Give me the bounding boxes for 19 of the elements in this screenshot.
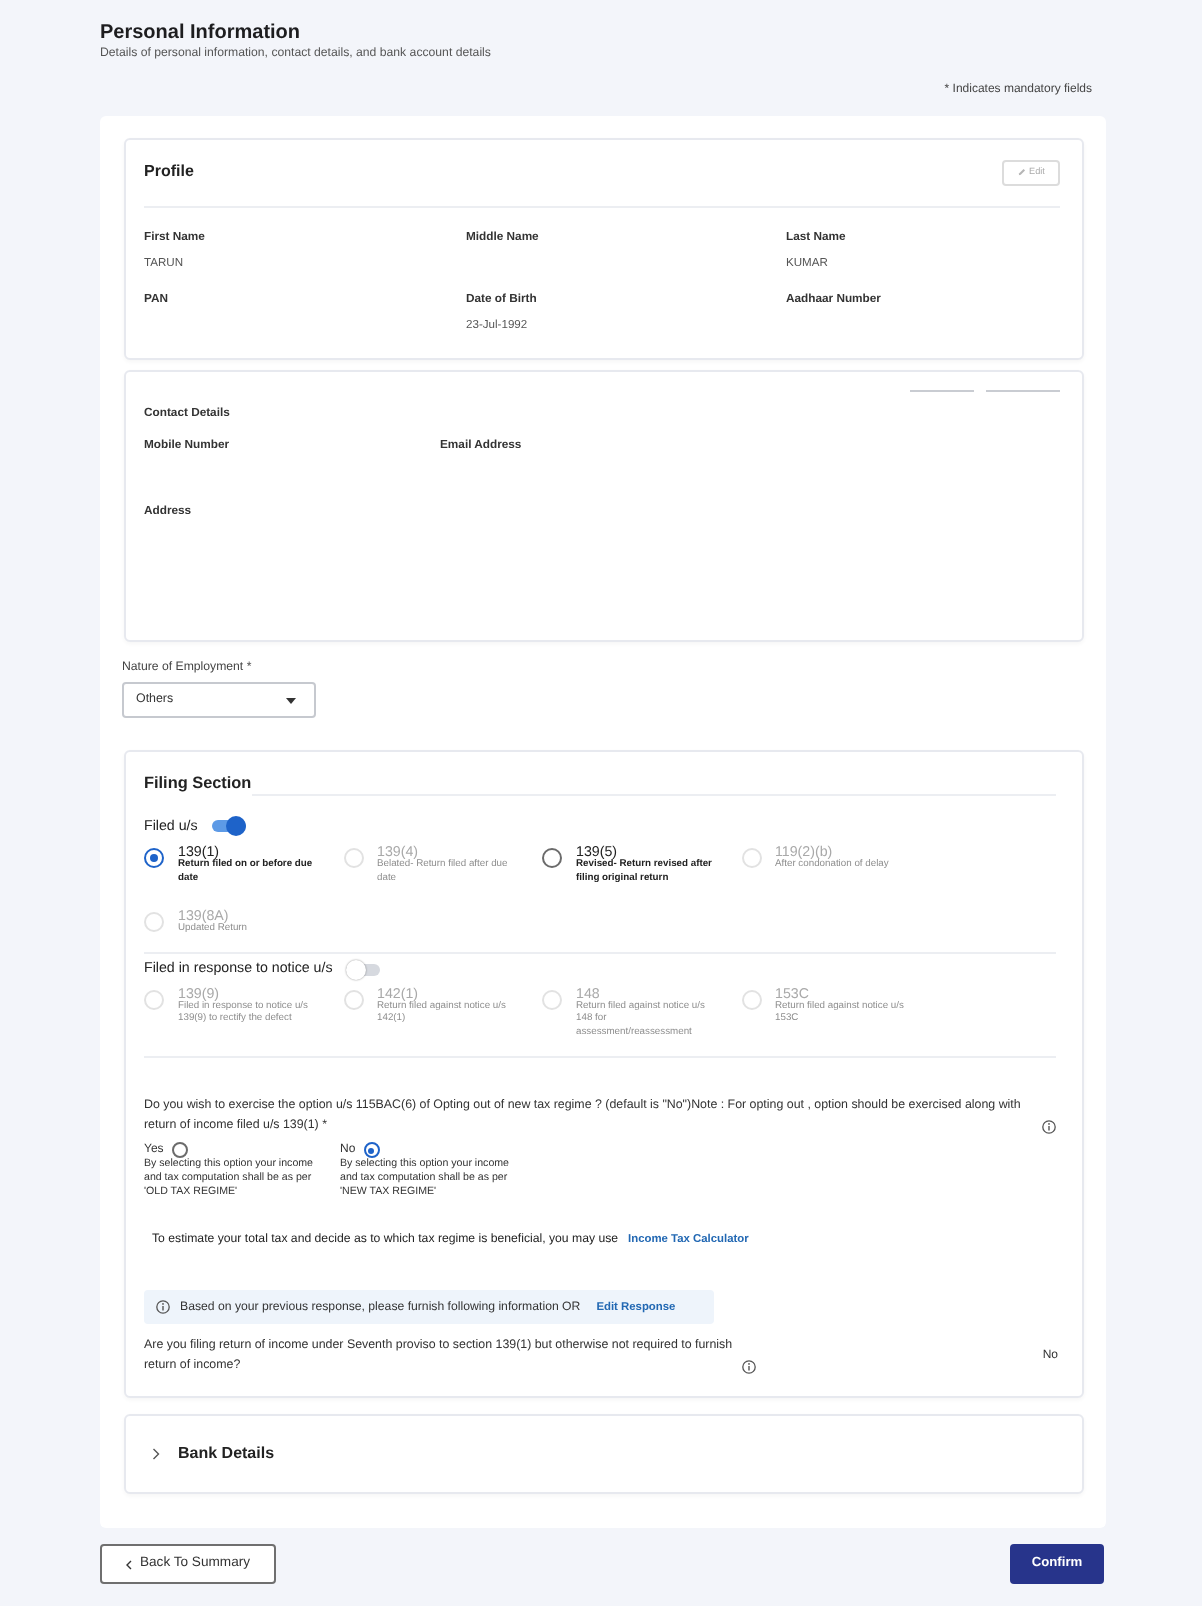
chevron-right-icon[interactable]: [152, 1448, 160, 1461]
toggle-switch[interactable]: [346, 959, 381, 980]
radio-button[interactable]: [144, 848, 164, 869]
toggle-switch[interactable]: [211, 816, 246, 837]
section-title: Profile: [144, 162, 194, 183]
caret-down-icon: [286, 697, 296, 704]
page-title: Personal Information: [100, 20, 303, 46]
info-icon[interactable]: [156, 1300, 170, 1315]
radio-button[interactable]: [542, 848, 562, 869]
chevron-left-icon: [125, 1559, 132, 1570]
placeholder-line: [910, 389, 974, 392]
placeholder-line: [986, 389, 1060, 392]
info-icon[interactable]: [1042, 1119, 1056, 1134]
section-title: Bank Details: [178, 1444, 275, 1465]
radio-button[interactable]: [363, 1142, 380, 1159]
pencil-icon: [1017, 168, 1026, 177]
info-icon[interactable]: [742, 1359, 756, 1374]
radio-button[interactable]: [171, 1142, 188, 1159]
section-title: Filing Section: [144, 774, 252, 795]
